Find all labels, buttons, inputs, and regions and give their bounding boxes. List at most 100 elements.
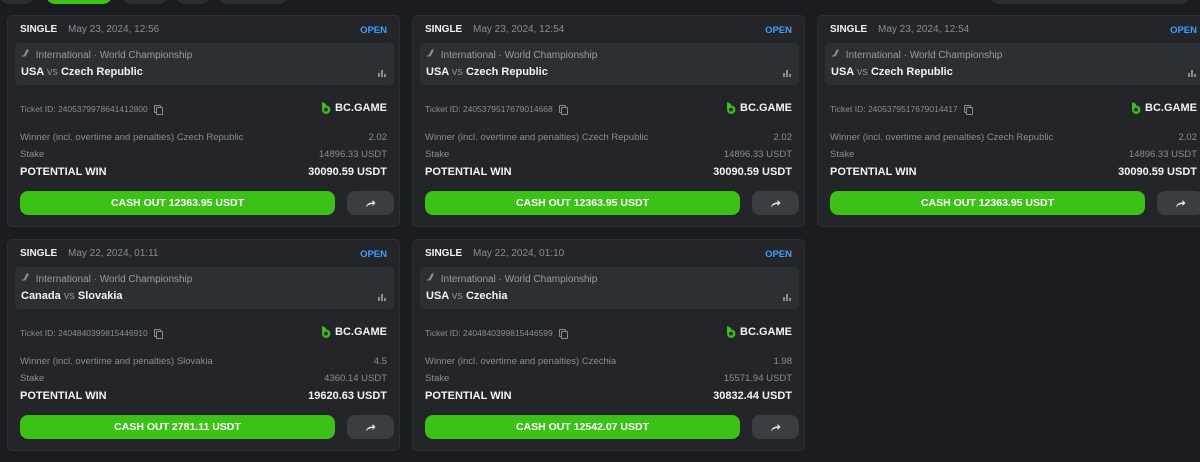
copy-icon[interactable] (154, 329, 164, 339)
bet-date: May 23, 2024, 12:54 (473, 24, 565, 35)
stake-value: 14896.33 USDT (318, 149, 387, 160)
ticket-id: Ticket ID: 2404840399815446910 (20, 328, 164, 339)
league-label: International · World Championship (21, 49, 192, 61)
stake-value: 15571.94 USDT (723, 373, 792, 384)
bet-type: SINGLE (20, 24, 58, 35)
filter-tab[interactable] (218, 0, 288, 4)
odds-value: 1.98 (773, 356, 793, 367)
bet-card-header: SINGLE May 22, 2024, 01:11 OPEN (20, 248, 387, 262)
hockey-icon (426, 273, 438, 285)
potential-win-label: POTENTIAL WIN (830, 166, 917, 178)
cash-out-button[interactable]: CASH OUT 2781.11 USDT (20, 415, 335, 439)
share-button[interactable] (347, 191, 394, 215)
selection-label: Winner (incl. overtime and penalties) Cz… (830, 132, 1054, 143)
match-teams: Canada vs Slovakia (21, 290, 123, 302)
copy-icon[interactable] (559, 105, 569, 115)
bet-status-badge: OPEN (360, 25, 387, 36)
league-name: International · World Championship (845, 50, 1003, 61)
potential-win-label: POTENTIAL WIN (20, 390, 107, 402)
stats-icon[interactable] (783, 294, 791, 301)
potential-win-row: POTENTIAL WIN 30090.59 USDT (20, 166, 387, 178)
cash-out-button[interactable]: CASH OUT 12363.95 USDT (425, 191, 740, 215)
bc-game-logo-icon (727, 326, 736, 338)
hockey-icon (426, 49, 438, 61)
home-team: USA (831, 66, 854, 78)
share-arrow-icon (771, 199, 781, 207)
selection-row: Winner (incl. overtime and penalties) Cz… (425, 356, 792, 367)
share-button[interactable] (347, 415, 394, 439)
match-panel[interactable]: International · World Championship Canad… (15, 267, 394, 309)
brand-logo: BC.GAME (725, 100, 792, 116)
league-label: International · World Championship (426, 273, 597, 285)
potential-win-row: POTENTIAL WIN 30090.59 USDT (425, 166, 792, 178)
top-select[interactable] (990, 0, 1190, 4)
cash-out-button[interactable]: CASH OUT 12363.95 USDT (20, 191, 335, 215)
stake-row: Stake 14896.33 USDT (425, 149, 792, 160)
bet-date: May 23, 2024, 12:54 (878, 24, 970, 35)
stake-row: Stake 4360.14 USDT (20, 373, 387, 384)
filter-tab[interactable] (122, 0, 168, 4)
ticket-id-text: Ticket ID: 2404840399815446910 (20, 328, 148, 338)
stake-row: Stake 14896.33 USDT (830, 149, 1197, 160)
copy-icon[interactable] (154, 105, 164, 115)
league-label: International · World Championship (831, 49, 1002, 61)
league-label: International · World Championship (21, 273, 192, 285)
ticket-id-text: Ticket ID: 2405379978641412800 (20, 104, 148, 114)
share-arrow-icon (1176, 199, 1186, 207)
share-button[interactable] (1157, 191, 1200, 215)
stake-label: Stake (20, 149, 45, 160)
ticket-id: Ticket ID: 2405379517679014668 (425, 104, 569, 115)
bc-game-logo-icon (1132, 102, 1141, 114)
league-name: International · World Championship (35, 50, 193, 61)
brand-name: BC.GAME (740, 102, 792, 114)
cash-out-button[interactable]: CASH OUT 12542.07 USDT (425, 415, 740, 439)
bet-card: SINGLE May 23, 2024, 12:54 OPEN Internat… (412, 15, 805, 227)
stake-label: Stake (20, 373, 45, 384)
copy-icon[interactable] (964, 105, 974, 115)
versus-label: vs (451, 290, 463, 302)
stats-icon[interactable] (378, 70, 386, 77)
stake-value: 14896.33 USDT (723, 149, 792, 160)
match-panel[interactable]: International · World Championship USA v… (15, 43, 394, 85)
potential-win-row: POTENTIAL WIN 30832.44 USDT (425, 390, 792, 402)
stake-value: 4360.14 USDT (324, 373, 387, 384)
match-panel[interactable]: International · World Championship USA v… (420, 267, 799, 309)
share-arrow-icon (366, 423, 376, 431)
stats-icon[interactable] (783, 70, 791, 77)
brand-logo: BC.GAME (725, 324, 792, 340)
hockey-icon (21, 49, 33, 61)
stats-icon[interactable] (378, 294, 386, 301)
potential-win-value: 19620.63 USDT (308, 390, 387, 402)
bc-game-logo-icon (727, 102, 736, 114)
league-label: International · World Championship (426, 49, 597, 61)
ticket-id: Ticket ID: 2405379517679014417 (830, 104, 974, 115)
stake-row: Stake 15571.94 USDT (425, 373, 792, 384)
odds-value: 2.02 (1178, 132, 1198, 143)
copy-icon[interactable] (559, 329, 569, 339)
stake-label: Stake (425, 149, 450, 160)
filter-tab-active[interactable] (46, 0, 112, 4)
selection-row: Winner (incl. overtime and penalties) Cz… (830, 132, 1197, 143)
filter-tab[interactable] (176, 0, 210, 4)
potential-win-label: POTENTIAL WIN (20, 166, 107, 178)
share-button[interactable] (752, 415, 799, 439)
brand-logo: BC.GAME (320, 324, 387, 340)
filter-tab[interactable] (0, 0, 34, 4)
ticket-id: Ticket ID: 2404840399815446599 (425, 328, 569, 339)
bet-card: SINGLE May 22, 2024, 01:10 OPEN Internat… (412, 239, 805, 451)
cash-out-button[interactable]: CASH OUT 12363.95 USDT (830, 191, 1145, 215)
stake-row: Stake 14896.33 USDT (20, 149, 387, 160)
share-button[interactable] (752, 191, 799, 215)
stats-icon[interactable] (1188, 70, 1196, 77)
potential-win-value: 30090.59 USDT (308, 166, 387, 178)
match-panel[interactable]: International · World Championship USA v… (825, 43, 1200, 85)
away-team: Czech Republic (870, 66, 953, 78)
match-panel[interactable]: International · World Championship USA v… (420, 43, 799, 85)
potential-win-value: 30090.59 USDT (713, 166, 792, 178)
home-team: USA (21, 66, 44, 78)
bc-game-logo-icon (322, 102, 331, 114)
match-teams: USA vs Czech Republic (21, 66, 143, 78)
selection-label: Winner (incl. overtime and penalties) Sl… (20, 356, 213, 367)
versus-label: vs (46, 66, 58, 78)
home-team: USA (426, 66, 449, 78)
